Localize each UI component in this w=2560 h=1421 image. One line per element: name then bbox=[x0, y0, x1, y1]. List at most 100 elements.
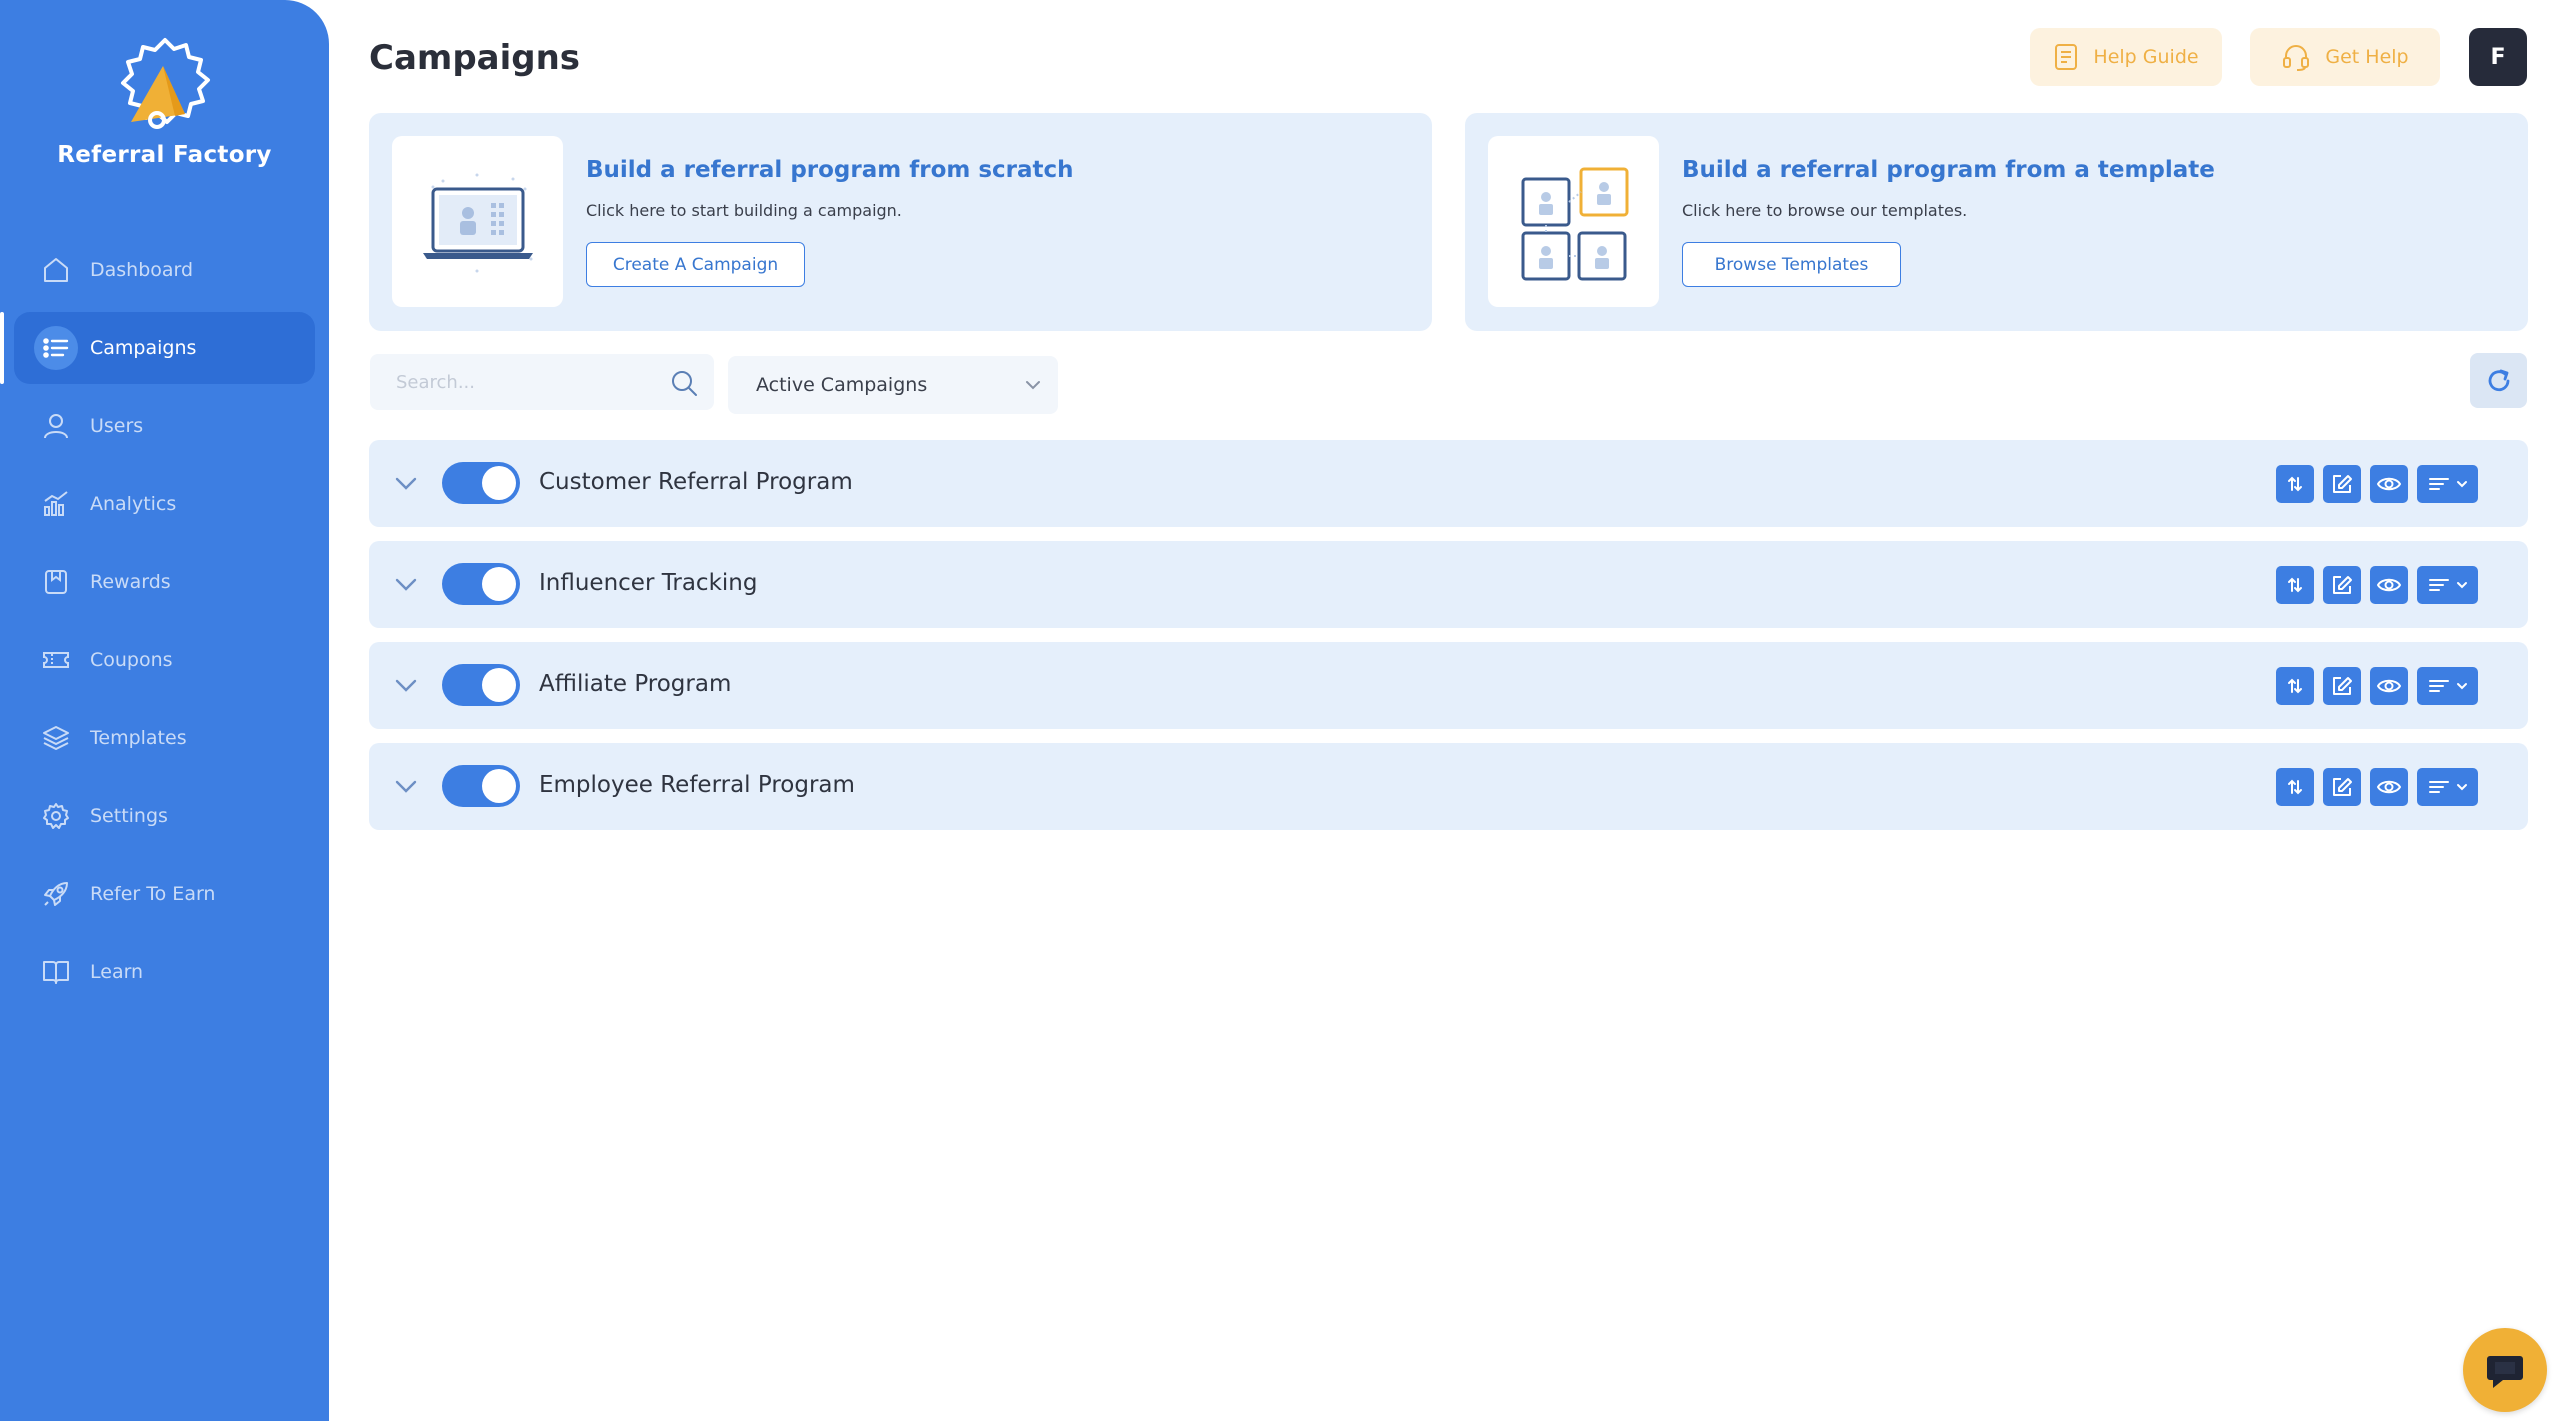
preview-button[interactable] bbox=[2370, 465, 2408, 503]
campaign-name: Affiliate Program bbox=[539, 671, 732, 697]
sort-arrows-icon bbox=[2288, 476, 2302, 492]
laptop-illustration bbox=[392, 136, 563, 307]
reorder-button[interactable] bbox=[2276, 667, 2314, 705]
home-icon bbox=[34, 248, 78, 292]
reward-icon bbox=[34, 560, 78, 604]
edit-icon bbox=[2333, 576, 2352, 594]
sidebar-item-analytics[interactable]: Analytics bbox=[14, 468, 315, 540]
users-icon bbox=[34, 404, 78, 448]
menu-lines-icon bbox=[2428, 478, 2449, 490]
chevron-down-icon bbox=[2456, 784, 2467, 791]
preview-button[interactable] bbox=[2370, 667, 2408, 705]
chart-icon bbox=[34, 482, 78, 526]
sidebar-item-users[interactable]: Users bbox=[14, 390, 315, 462]
browse-templates-card[interactable]: Build a referral program from a template… bbox=[1465, 113, 2528, 331]
more-options-button[interactable] bbox=[2417, 566, 2478, 604]
search-input[interactable] bbox=[370, 354, 660, 410]
more-options-button[interactable] bbox=[2417, 768, 2478, 806]
sidebar-item-coupons[interactable]: Coupons bbox=[14, 624, 315, 696]
sort-arrows-icon bbox=[2288, 779, 2302, 795]
book-icon bbox=[34, 950, 78, 994]
eye-icon bbox=[2377, 578, 2401, 592]
sidebar-item-label: Users bbox=[90, 415, 144, 437]
more-options-button[interactable] bbox=[2417, 465, 2478, 503]
sidebar-item-dashboard[interactable]: Dashboard bbox=[14, 234, 315, 306]
promo-title: Build a referral program from a template bbox=[1682, 157, 2215, 183]
brand-logo[interactable]: Referral Factory bbox=[0, 36, 329, 168]
sort-arrows-icon bbox=[2288, 678, 2302, 694]
campaign-toggle[interactable] bbox=[442, 462, 520, 504]
campaign-toggle[interactable] bbox=[442, 765, 520, 807]
sidebar-nav: Dashboard Campaigns Users Analytics Rewa… bbox=[0, 234, 329, 1014]
sidebar: Referral Factory Dashboard Campaigns Use… bbox=[0, 0, 329, 1421]
campaign-status-select[interactable]: Active Campaigns bbox=[728, 356, 1058, 414]
edit-icon bbox=[2333, 475, 2352, 493]
sidebar-item-learn[interactable]: Learn bbox=[14, 936, 315, 1008]
campaign-toggle[interactable] bbox=[442, 563, 520, 605]
sidebar-item-rewards[interactable]: Rewards bbox=[14, 546, 315, 618]
reorder-button[interactable] bbox=[2276, 566, 2314, 604]
search-icon[interactable] bbox=[670, 369, 698, 397]
sidebar-item-refer-to-earn[interactable]: Refer To Earn bbox=[14, 858, 315, 930]
menu-lines-icon bbox=[2428, 781, 2449, 793]
more-options-button[interactable] bbox=[2417, 667, 2478, 705]
get-help-button[interactable]: Get Help bbox=[2250, 28, 2440, 86]
chevron-down-icon[interactable] bbox=[393, 571, 419, 597]
template-grid-icon bbox=[1521, 167, 1628, 280]
campaign-row: Affiliate Program bbox=[369, 642, 2528, 729]
help-guide-button[interactable]: Help Guide bbox=[2030, 28, 2222, 86]
chat-launcher-button[interactable] bbox=[2463, 1328, 2547, 1412]
chevron-down-icon[interactable] bbox=[393, 470, 419, 496]
brand-name: Referral Factory bbox=[57, 142, 272, 168]
sidebar-item-label: Refer To Earn bbox=[90, 883, 216, 905]
sidebar-item-label: Rewards bbox=[90, 571, 171, 593]
laptop-icon bbox=[422, 173, 533, 272]
help-guide-label: Help Guide bbox=[2093, 46, 2199, 68]
create-campaign-card[interactable]: Build a referral program from scratch Cl… bbox=[369, 113, 1432, 331]
edit-button[interactable] bbox=[2323, 768, 2361, 806]
menu-lines-icon bbox=[2428, 579, 2449, 591]
campaign-name: Influencer Tracking bbox=[539, 570, 758, 596]
headset-icon bbox=[2283, 45, 2310, 71]
user-avatar[interactable]: F bbox=[2469, 28, 2527, 86]
edit-button[interactable] bbox=[2323, 566, 2361, 604]
edit-button[interactable] bbox=[2323, 465, 2361, 503]
campaign-row: Influencer Tracking bbox=[369, 541, 2528, 628]
campaign-toggle[interactable] bbox=[442, 664, 520, 706]
campaign-actions bbox=[2276, 566, 2478, 604]
campaign-actions bbox=[2276, 465, 2478, 503]
preview-button[interactable] bbox=[2370, 768, 2408, 806]
preview-button[interactable] bbox=[2370, 566, 2408, 604]
create-campaign-button[interactable]: Create A Campaign bbox=[586, 242, 805, 287]
reorder-button[interactable] bbox=[2276, 768, 2314, 806]
menu-lines-icon bbox=[2428, 680, 2449, 692]
chevron-down-icon[interactable] bbox=[393, 672, 419, 698]
reorder-button[interactable] bbox=[2276, 465, 2314, 503]
sidebar-item-settings[interactable]: Settings bbox=[14, 780, 315, 852]
sidebar-item-campaigns[interactable]: Campaigns bbox=[0, 312, 315, 384]
browse-templates-button[interactable]: Browse Templates bbox=[1682, 242, 1901, 287]
promo-title: Build a referral program from scratch bbox=[586, 157, 1074, 183]
sidebar-item-label: Learn bbox=[90, 961, 144, 983]
campaign-actions bbox=[2276, 768, 2478, 806]
campaign-actions bbox=[2276, 667, 2478, 705]
campaign-name: Employee Referral Program bbox=[539, 772, 855, 798]
search-box bbox=[370, 354, 714, 410]
ticket-icon bbox=[34, 638, 78, 682]
gear-icon bbox=[34, 794, 78, 838]
sidebar-item-label: Campaigns bbox=[90, 337, 197, 359]
get-help-label: Get Help bbox=[2325, 46, 2409, 68]
eye-icon bbox=[2377, 679, 2401, 693]
chevron-down-icon bbox=[2456, 683, 2467, 690]
refresh-icon bbox=[2488, 369, 2509, 391]
sidebar-item-label: Templates bbox=[90, 727, 187, 749]
chevron-down-icon bbox=[1026, 381, 1040, 390]
chevron-down-icon[interactable] bbox=[393, 773, 419, 799]
sidebar-item-templates[interactable]: Templates bbox=[14, 702, 315, 774]
sidebar-item-label: Analytics bbox=[90, 493, 177, 515]
promo-subtitle: Click here to start building a campaign. bbox=[586, 201, 902, 220]
refresh-button[interactable] bbox=[2470, 353, 2527, 408]
document-icon bbox=[2055, 44, 2078, 70]
chat-bubble-icon bbox=[2487, 1356, 2523, 1388]
edit-button[interactable] bbox=[2323, 667, 2361, 705]
